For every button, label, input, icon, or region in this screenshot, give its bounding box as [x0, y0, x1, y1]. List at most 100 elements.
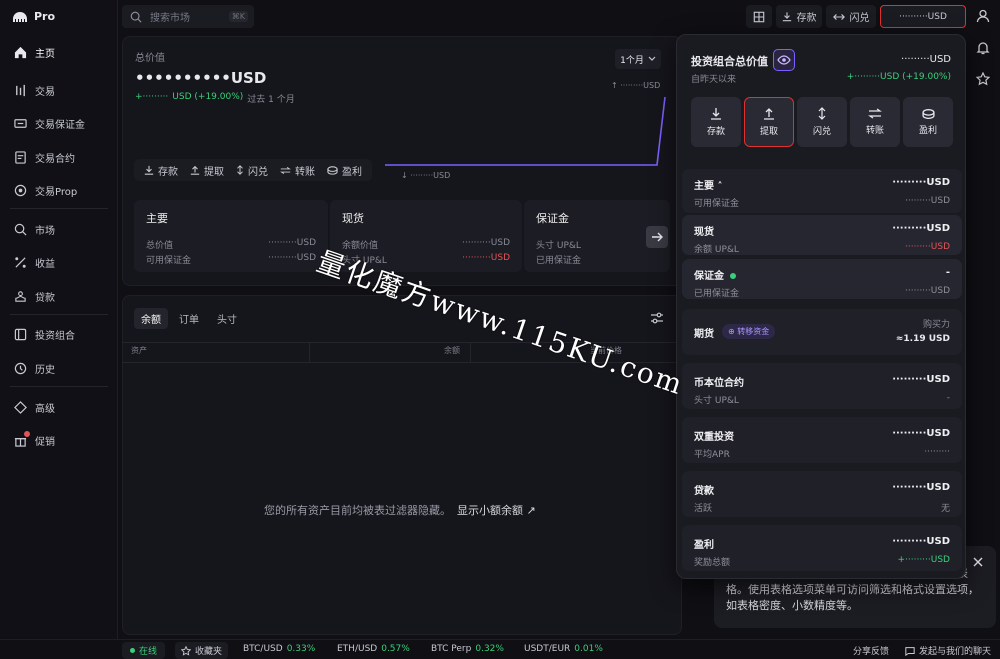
quick-earn-button[interactable]: 盈利 — [903, 97, 953, 147]
column-header-asset[interactable]: 资产 — [131, 345, 147, 356]
sidebar-item-prop[interactable]: 交易Prop — [8, 177, 112, 203]
sidebar-item-home[interactable]: 主页 — [8, 39, 112, 65]
buying-power-value: ≈1.19 USD — [895, 334, 950, 344]
portfolio-dropdown: 投资组合总价值 ·········USD 自昨天以来 +·········USD… — [676, 34, 966, 579]
account-row-futures[interactable]: 期货 ⊕ 转移资金 购买力 ≈1.19 USD — [682, 309, 962, 355]
row-sub: 可用保证金 — [694, 199, 740, 209]
row-sub-value: ········· — [924, 447, 950, 457]
quick-transfer-button[interactable]: 转账 — [850, 97, 900, 147]
favorites-button[interactable]: 收藏夹 — [175, 642, 229, 659]
sidebar-item-history[interactable]: 历史 — [8, 355, 112, 381]
user-icon[interactable] — [976, 9, 990, 23]
logo[interactable]: Pro — [12, 10, 55, 23]
layout-button[interactable] — [746, 5, 772, 28]
account-row-loan[interactable]: 贷款 ·········USD 活跃 无 — [682, 471, 962, 517]
quick-withdraw-button[interactable]: 提取 — [744, 97, 794, 147]
logo-label: Pro — [34, 10, 56, 23]
buying-power-label: 购买力 — [922, 320, 950, 330]
account-row-margin[interactable]: 保证金 - 已用保证金 ·········USD — [682, 259, 962, 299]
sidebar-item-label: 贷款 — [35, 292, 55, 304]
quick-label: 闪兑 — [812, 127, 831, 137]
transfer-funds-badge[interactable]: ⊕ 转移资金 — [722, 324, 776, 339]
search-input[interactable]: 搜索市场 ⌘K — [122, 5, 254, 28]
deposit-button[interactable]: 存款 — [776, 5, 822, 28]
tiles-next-button[interactable] — [646, 226, 668, 248]
action-withdraw[interactable]: 提取 — [190, 163, 224, 178]
row-sub: 活跃 — [694, 504, 713, 514]
close-icon[interactable] — [972, 556, 984, 568]
sidebar-item-portfolio[interactable]: 投资组合 — [8, 321, 112, 347]
sidebar: Pro 主页 交易 交易保证金 交易合约 交易Prop 市场 收益 贷款 投资组… — [0, 0, 118, 659]
account-row-coin-futures[interactable]: 币本位合约 ·········USD 头寸 UP&L - — [682, 363, 962, 409]
action-deposit[interactable]: 存款 — [144, 163, 178, 178]
row-value: ·········USD — [892, 536, 950, 547]
account-row-dual-investment[interactable]: 双重投资 ·········USD 平均APR ········· — [682, 417, 962, 463]
sidebar-item-margin[interactable]: 交易保证金 — [8, 110, 112, 136]
download-icon — [710, 107, 722, 120]
ticker-item[interactable]: ETH/USD 0.57% — [337, 644, 410, 654]
row-value: - — [945, 267, 950, 278]
ticker-item[interactable]: BTC/USD 0.33% — [243, 644, 315, 654]
chart-line — [385, 96, 666, 166]
account-tile-main[interactable]: 主要 总价值 ··········USD 可用保证金 ··········USD — [134, 200, 328, 272]
star-icon[interactable] — [976, 72, 990, 86]
feedback-link[interactable]: 分享反馈 — [853, 644, 889, 657]
tab-positions[interactable]: 头寸 — [210, 308, 244, 329]
badge-label: 转移资金 — [737, 327, 770, 336]
period-select[interactable]: 1个月 — [615, 49, 661, 69]
ticker-change: 0.57% — [381, 644, 410, 654]
search-icon — [130, 11, 142, 23]
convert-button[interactable]: 闪兑 — [826, 5, 876, 28]
tile-title: 现货 — [342, 212, 364, 225]
sidebar-item-earn[interactable]: 收益 — [8, 249, 112, 275]
status-dot — [730, 273, 737, 279]
trade-icon — [14, 84, 27, 97]
action-convert[interactable]: 闪兑 — [236, 163, 268, 178]
ticker-item[interactable]: BTC Perp 0.32% — [431, 644, 504, 654]
tile-label: 可用保证金 — [146, 256, 192, 266]
change-value: USD (+19.00%) — [172, 92, 244, 102]
sidebar-item-trade[interactable]: 交易 — [8, 77, 112, 103]
row-value: ·········USD — [892, 177, 950, 188]
portfolio-chart — [385, 96, 666, 166]
sidebar-item-futures[interactable]: 交易合约 — [8, 144, 112, 170]
bell-icon[interactable] — [976, 41, 990, 55]
sidebar-item-advanced[interactable]: 高级 — [8, 394, 112, 420]
ticker-pair: BTC/USD — [243, 644, 283, 654]
divider — [10, 386, 108, 387]
show-small-balances-link[interactable]: 显示小额余额 ↗ — [457, 502, 536, 518]
action-earn[interactable]: 盈利 — [327, 163, 362, 178]
ticker-change: 0.01% — [574, 644, 603, 654]
ticker-item[interactable]: USDT/EUR 0.01% — [524, 644, 603, 654]
sidebar-item-market[interactable]: 市场 — [8, 216, 112, 242]
percent-icon — [14, 256, 27, 269]
sidebar-item-label: 收益 — [35, 258, 55, 270]
column-header-balance[interactable]: 余额 — [444, 345, 460, 356]
search-placeholder: 搜索市场 — [150, 13, 190, 24]
account-row-main[interactable]: 主要 ˄ ·········USD 可用保证金 ·········USD — [682, 169, 962, 213]
row-value: ·········USD — [892, 428, 950, 439]
quick-deposit-button[interactable]: 存款 — [691, 97, 741, 147]
sidebar-item-label: 交易 — [35, 86, 55, 98]
toggle-visibility-button[interactable] — [773, 49, 795, 71]
diamond-icon — [14, 400, 27, 414]
sidebar-item-label: 历史 — [35, 364, 55, 376]
account-row-spot[interactable]: 现货 ·········USD 余额 UP&L ·········USD — [682, 215, 962, 255]
table-settings-icon[interactable] — [650, 311, 664, 325]
action-transfer[interactable]: 转账 — [280, 163, 315, 178]
sidebar-item-label: 市场 — [35, 225, 55, 237]
sidebar-item-loan[interactable]: 贷款 — [8, 283, 112, 309]
tile-value: ··········USD — [268, 238, 316, 248]
tile-label: 总价值 — [146, 241, 174, 251]
account-row-earn[interactable]: 盈利 ·········USD 奖励总额 +·········USD — [682, 525, 962, 571]
sidebar-item-promo[interactable]: 促销 — [8, 427, 112, 453]
quick-convert-button[interactable]: 闪兑 — [797, 97, 847, 147]
favorites-label: 收藏夹 — [195, 647, 223, 657]
balance-button[interactable]: ··········USD — [880, 5, 966, 28]
tab-orders[interactable]: 订单 — [172, 308, 206, 329]
empty-state: 您的所有资产目前均被表过滤器隐藏。 显示小额余额 ↗ — [264, 502, 536, 518]
chat-link[interactable]: 发起与我们的聊天 — [905, 644, 991, 657]
row-sub-value: ·········USD — [905, 196, 950, 206]
tab-balance[interactable]: 余额 — [134, 308, 168, 329]
row-title: 双重投资 — [694, 432, 734, 443]
